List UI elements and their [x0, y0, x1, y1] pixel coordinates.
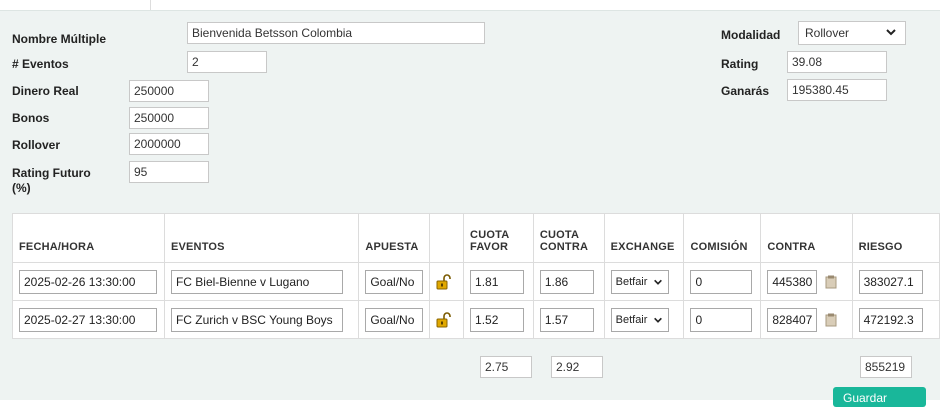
bonos-label: Bonos: [12, 111, 50, 125]
riesgo-input[interactable]: 383027.1: [858, 269, 923, 294]
cuota-favor-input[interactable]: 1.81: [470, 269, 525, 294]
nombre-label: Nombre Múltiple: [12, 32, 107, 46]
ganaras-input[interactable]: 195380.45: [787, 79, 887, 101]
save-button[interactable]: Guardar: [833, 387, 926, 407]
exchange-cell: Betfair: [603, 300, 685, 339]
save-button-label: Guardar: [843, 391, 888, 405]
nombre-input[interactable]: Bienvenida Betsson Colombia: [187, 22, 485, 44]
top-tab-strip: [0, 0, 940, 10]
contra-cell: 445380: [760, 262, 853, 301]
chevron-down-icon: [653, 317, 662, 323]
exchange-select[interactable]: Betfair: [610, 307, 669, 332]
clipboard-icon[interactable]: [825, 275, 837, 289]
ganaras-label: Ganarás: [721, 84, 770, 98]
lock-cell: [429, 262, 465, 301]
contra-cell: 828407: [760, 300, 853, 339]
table-row: 2025-02-26 13:30:00 FC Biel-Bienne v Lug…: [12, 262, 940, 301]
comision-cell: 0: [683, 262, 762, 301]
eventos-input[interactable]: 2: [187, 51, 267, 73]
header-riesgo: RIESGO: [851, 213, 940, 263]
tab-divider: [150, 0, 151, 10]
header-cuota-contra: CUOTA CONTRA: [532, 213, 605, 263]
dinero-real-input[interactable]: 250000: [129, 80, 209, 102]
riesgo-cell: 383027.1: [851, 262, 940, 301]
apuesta-input[interactable]: Goal/No: [365, 269, 424, 294]
header-cuota-favor: CUOTA FAVOR: [463, 213, 534, 263]
riesgo-cell: 472192.3: [851, 300, 940, 339]
rating-input[interactable]: 39.08: [787, 51, 887, 73]
rollover-label: Rollover: [12, 138, 61, 152]
evento-input[interactable]: FC Biel-Bienne v Lugano: [170, 269, 343, 294]
modalidad-label: Modalidad: [721, 28, 781, 42]
total-cuota-favor: 2.75: [480, 356, 532, 378]
dinero-real-label: Dinero Real: [12, 84, 79, 98]
header-contra: CONTRA: [760, 213, 853, 263]
exchange-cell: Betfair: [603, 262, 685, 301]
header-fecha: FECHA/HORA: [12, 213, 165, 263]
rollover-input[interactable]: 2000000: [129, 133, 209, 155]
cuota-favor-cell: 1.52: [463, 300, 534, 339]
contra-input[interactable]: 828407: [767, 307, 818, 332]
rating-label: Rating: [721, 57, 759, 71]
evento-input[interactable]: FC Zurich v BSC Young Boys: [170, 307, 343, 332]
comision-input[interactable]: 0: [690, 269, 753, 294]
chevron-down-icon: [653, 279, 662, 285]
header-eventos: EVENTOS: [163, 213, 360, 263]
header-exchange: EXCHANGE: [603, 213, 685, 263]
lock-cell: [429, 300, 465, 339]
evento-cell: FC Zurich v BSC Young Boys: [163, 300, 360, 339]
total-cuota-contra: 2.92: [551, 356, 603, 378]
fecha-cell: 2025-02-27 13:30:00: [12, 300, 165, 339]
rating-futuro-label: Rating Futuro (%): [12, 166, 91, 195]
apuesta-cell: Goal/No: [358, 262, 431, 301]
unlock-icon[interactable]: [436, 273, 452, 290]
total-riesgo: 855219: [860, 356, 912, 378]
multiple-form-panel: Nombre Múltiple Bienvenida Betsson Colom…: [0, 10, 940, 400]
fecha-input[interactable]: 2025-02-26 13:30:00: [19, 269, 157, 294]
header-comision: COMISIÓN: [683, 213, 762, 263]
header-apuesta: APUESTA: [358, 213, 431, 263]
apuesta-cell: Goal/No: [358, 300, 431, 339]
cuota-contra-cell: 1.86: [532, 262, 605, 301]
fecha-cell: 2025-02-26 13:30:00: [12, 262, 165, 301]
exchange-value: Betfair: [615, 313, 648, 326]
cuota-contra-cell: 1.57: [532, 300, 605, 339]
clipboard-icon[interactable]: [825, 313, 837, 327]
evento-cell: FC Biel-Bienne v Lugano: [163, 262, 360, 301]
cuota-favor-input[interactable]: 1.52: [470, 307, 525, 332]
riesgo-input[interactable]: 472192.3: [858, 307, 923, 332]
events-table: FECHA/HORA EVENTOS APUESTA CUOTA FAVOR C…: [12, 213, 940, 339]
bonos-input[interactable]: 250000: [129, 107, 209, 129]
contra-input[interactable]: 445380: [767, 269, 818, 294]
rating-futuro-input[interactable]: 95: [129, 161, 209, 183]
table-header-row: FECHA/HORA EVENTOS APUESTA CUOTA FAVOR C…: [12, 213, 940, 263]
cuota-contra-input[interactable]: 1.86: [539, 269, 594, 294]
comision-cell: 0: [683, 300, 762, 339]
exchange-value: Betfair: [615, 275, 648, 288]
chevron-down-icon: [886, 29, 896, 36]
table-row: 2025-02-27 13:30:00 FC Zurich v BSC Youn…: [12, 300, 940, 339]
exchange-select[interactable]: Betfair: [610, 269, 669, 294]
modalidad-select[interactable]: Rollover: [798, 21, 906, 45]
modalidad-value: Rollover: [805, 26, 850, 40]
eventos-label: # Eventos: [12, 57, 69, 71]
cuota-favor-cell: 1.81: [463, 262, 534, 301]
apuesta-input[interactable]: Goal/No: [365, 307, 424, 332]
comision-input[interactable]: 0: [690, 307, 753, 332]
fecha-input[interactable]: 2025-02-27 13:30:00: [19, 307, 157, 332]
cuota-contra-input[interactable]: 1.57: [539, 307, 594, 332]
unlock-icon[interactable]: [436, 311, 452, 328]
header-lock: [429, 213, 465, 263]
